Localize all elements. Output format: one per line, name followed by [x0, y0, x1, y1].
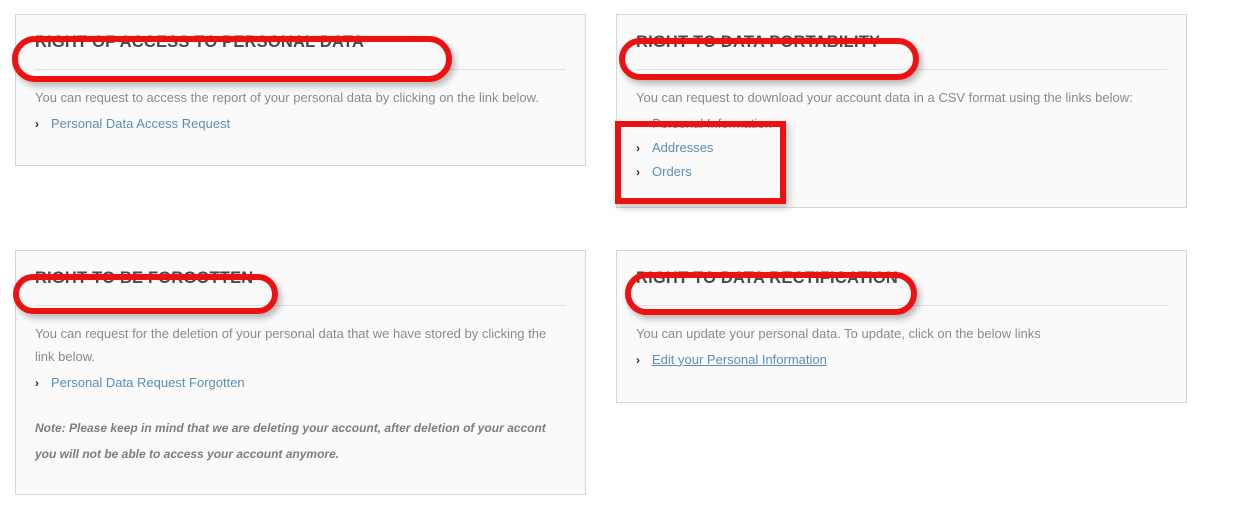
chevron-right-icon: › [636, 164, 640, 179]
panel-forgotten-inner: RIGHT TO BE FORGOTTEN You can request fo… [16, 251, 585, 494]
panel-rectification-body: You can update your personal data. To up… [636, 306, 1167, 372]
panel-forgotten-link-list: › Personal Data Request Forgotten [35, 371, 566, 395]
chevron-right-icon: › [636, 352, 640, 367]
panel-access-link-list: › Personal Data Access Request [35, 112, 566, 136]
panel-portability-description: You can request to download your account… [636, 89, 1133, 105]
chevron-right-icon: › [636, 140, 640, 155]
panel-right-of-access: RIGHT OF ACCESS TO PERSONAL DATA You can… [15, 14, 586, 166]
panel-access-body: You can request to access the report of … [35, 70, 566, 136]
link-personal-data-access-request[interactable]: Personal Data Access Request [51, 112, 230, 136]
panel-rectification-link-list: › Edit your Personal Information [636, 348, 1167, 372]
panel-rectification-title: RIGHT TO DATA RECTIFICATION [636, 269, 1167, 306]
panel-forgotten-body: You can request for the deletion of your… [35, 306, 566, 467]
panel-portability-body: You can request to download your account… [636, 70, 1167, 184]
panel-access-description: You can request to access the report of … [35, 89, 539, 105]
panel-right-to-data-portability: RIGHT TO DATA PORTABILITY You can reques… [616, 14, 1187, 208]
list-item[interactable]: › Edit your Personal Information [636, 348, 1167, 372]
link-edit-your-personal-information[interactable]: Edit your Personal Information [652, 348, 827, 372]
panel-forgotten-description: You can request for the deletion of your… [35, 325, 547, 364]
list-item[interactable]: › Personal Data Request Forgotten [35, 371, 566, 395]
panel-portability-link-list: › Personal Information › Addresses › Ord… [636, 112, 1167, 184]
link-orders[interactable]: Orders [652, 160, 692, 184]
panel-forgotten-title: RIGHT TO BE FORGOTTEN [35, 269, 566, 306]
panel-right-to-be-forgotten: RIGHT TO BE FORGOTTEN You can request fo… [15, 250, 586, 495]
panel-access-inner: RIGHT OF ACCESS TO PERSONAL DATA You can… [16, 15, 585, 165]
panel-portability-inner: RIGHT TO DATA PORTABILITY You can reques… [617, 15, 1186, 207]
panel-forgotten-note: Note: Please keep in mind that we are de… [35, 420, 546, 461]
link-addresses[interactable]: Addresses [652, 136, 713, 160]
link-personal-information[interactable]: Personal Information [652, 112, 772, 136]
list-item[interactable]: › Addresses [636, 136, 1167, 160]
panel-access-title: RIGHT OF ACCESS TO PERSONAL DATA [35, 33, 566, 70]
panel-portability-title: RIGHT TO DATA PORTABILITY [636, 33, 1167, 70]
chevron-right-icon: › [35, 116, 39, 131]
list-item[interactable]: › Personal Information [636, 112, 1167, 136]
list-item[interactable]: › Personal Data Access Request [35, 112, 566, 136]
link-personal-data-request-forgotten[interactable]: Personal Data Request Forgotten [51, 371, 245, 395]
panel-right-to-data-rectification: RIGHT TO DATA RECTIFICATION You can upda… [616, 250, 1187, 403]
chevron-right-icon: › [35, 375, 39, 390]
panel-rectification-description: You can update your personal data. To up… [636, 325, 1041, 341]
list-item[interactable]: › Orders [636, 160, 1167, 184]
chevron-right-icon: › [636, 116, 640, 131]
panel-rectification-inner: RIGHT TO DATA RECTIFICATION You can upda… [617, 251, 1186, 402]
